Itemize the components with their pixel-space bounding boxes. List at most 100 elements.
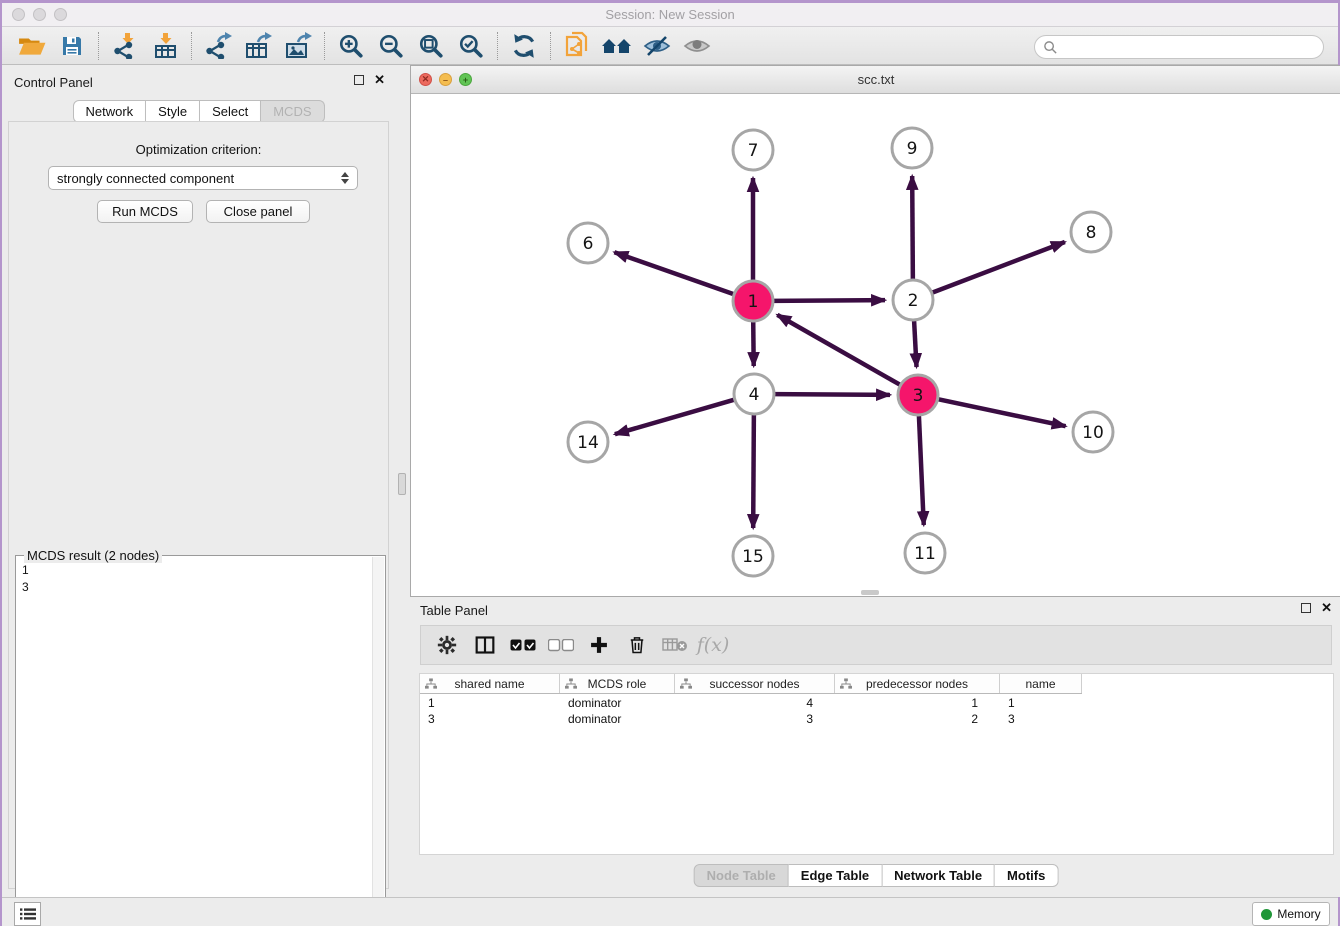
table-cell[interactable]: 3 [675,711,835,727]
table-cell[interactable]: 2 [835,711,1000,727]
tab-style[interactable]: Style [146,100,200,123]
graph-node-4[interactable]: 4 [734,374,774,414]
edge-2-8[interactable] [933,242,1065,293]
result-scrollbar[interactable] [372,557,384,926]
table-cell[interactable]: 3 [420,711,560,727]
zoom-in-button[interactable] [331,30,371,62]
edge-1-6[interactable] [614,252,733,294]
edge-3-10[interactable] [939,399,1066,426]
column-label: successor nodes [709,677,799,691]
search-input[interactable] [1058,37,1323,57]
run-mcds-button[interactable]: Run MCDS [97,200,193,223]
table-cell[interactable]: dominator [560,711,675,727]
graph-node-6[interactable]: 6 [568,223,608,263]
result-line: 3 [22,579,371,596]
edge-3-1[interactable] [777,315,899,385]
column-header-successor-nodes[interactable]: successor nodes [675,674,835,693]
table-row[interactable]: 1dominator411 [420,695,1333,711]
export-image-button[interactable] [278,30,318,62]
table-cell[interactable]: 4 [675,695,835,711]
network-window-titlebar[interactable]: ✕ – + scc.txt [411,66,1340,94]
graph-node-1[interactable]: 1 [733,281,773,321]
graph-node-2[interactable]: 2 [893,280,933,320]
table-panel: Table Panel ✕ [410,597,1340,897]
tab-edge-table[interactable]: Edge Table [789,864,882,887]
clone-network-button[interactable] [557,30,597,62]
control-panel-controls: ✕ [354,75,385,85]
table-cell[interactable]: 3 [1000,711,1082,727]
splitter-handle-icon[interactable] [398,473,406,495]
column-header-mcds-role[interactable]: MCDS role [560,674,675,693]
table-cell[interactable]: dominator [560,695,675,711]
export-table-button[interactable] [238,30,278,62]
graph-node-10[interactable]: 10 [1073,412,1113,452]
optimization-criterion-dropdown[interactable]: strongly connected component [48,166,358,190]
tab-motifs[interactable]: Motifs [995,864,1058,887]
select-all-rows-button[interactable] [509,631,537,659]
close-panel-icon[interactable]: ✕ [374,75,385,85]
zoom-out-button[interactable] [371,30,411,62]
graph-node-15[interactable]: 15 [733,536,773,576]
import-network-button[interactable] [105,30,145,62]
show-graphics-details-button[interactable] [677,30,717,62]
graph-node-8[interactable]: 8 [1071,212,1111,252]
tab-select[interactable]: Select [200,100,261,123]
tab-node-table[interactable]: Node Table [694,864,789,887]
tab-mcds[interactable]: MCDS [261,100,324,123]
edge-4-15[interactable] [753,415,754,528]
edge-2-3[interactable] [914,321,916,367]
refresh-button[interactable] [504,30,544,62]
column-label: shared name [454,677,524,691]
column-header-name[interactable]: name [1000,674,1082,693]
table-cell[interactable]: 1 [835,695,1000,711]
hide-graphics-details-button[interactable] [637,30,677,62]
edge-4-3[interactable] [775,394,890,395]
network-hscrollbar[interactable] [861,590,879,595]
close-panel-icon[interactable]: ✕ [1321,603,1332,613]
delete-table-button[interactable] [661,631,689,659]
export-network-button[interactable] [198,30,238,62]
zoom-selected-button[interactable] [451,30,491,62]
delete-column-button[interactable] [623,631,651,659]
show-networks-button[interactable] [597,30,637,62]
edge-2-9[interactable] [912,176,913,279]
graph-node-14[interactable]: 14 [568,422,608,462]
save-icon [60,34,84,58]
close-panel-button[interactable]: Close panel [206,200,310,223]
show-columns-button[interactable] [471,631,499,659]
toolbar-separator [98,32,99,60]
edge-1-2[interactable] [774,300,885,301]
column-header-predecessor-nodes[interactable]: predecessor nodes [835,674,1000,693]
graph-node-9[interactable]: 9 [892,128,932,168]
toolbar-separator [324,32,325,60]
task-history-button[interactable] [14,902,41,926]
import-table-button[interactable] [145,30,185,62]
edge-4-14[interactable] [615,400,734,434]
save-session-button[interactable] [52,30,92,62]
mcds-result-list: 13 [22,562,371,926]
network-graph-canvas[interactable]: 7 9 6 8 1 2 4 3 14 10 15 11 [411,94,1340,596]
zoom-fit-button[interactable] [411,30,451,62]
control-panel-title: Control Panel [14,75,93,90]
float-panel-icon[interactable] [354,75,364,85]
graph-node-11[interactable]: 11 [905,533,945,573]
table-cell[interactable]: 1 [420,695,560,711]
search-box[interactable] [1034,35,1324,59]
tab-network-table[interactable]: Network Table [882,864,995,887]
tab-network[interactable]: Network [72,100,146,123]
memory-button[interactable]: Memory [1252,902,1330,926]
graph-node-3[interactable]: 3 [898,375,938,415]
panel-splitter[interactable] [395,65,410,897]
column-header-shared-name[interactable]: shared name [420,674,560,693]
add-column-button[interactable] [585,631,613,659]
function-builder-button[interactable]: f(x) [699,631,727,659]
float-panel-icon[interactable] [1301,603,1311,613]
edge-3-11[interactable] [919,416,924,525]
svg-text:15: 15 [742,547,764,567]
table-row[interactable]: 3dominator323 [420,711,1333,727]
table-settings-button[interactable] [433,631,461,659]
graph-node-7[interactable]: 7 [733,130,773,170]
deselect-all-rows-button[interactable] [547,631,575,659]
open-file-button[interactable] [12,30,52,62]
table-cell[interactable]: 1 [1000,695,1082,711]
